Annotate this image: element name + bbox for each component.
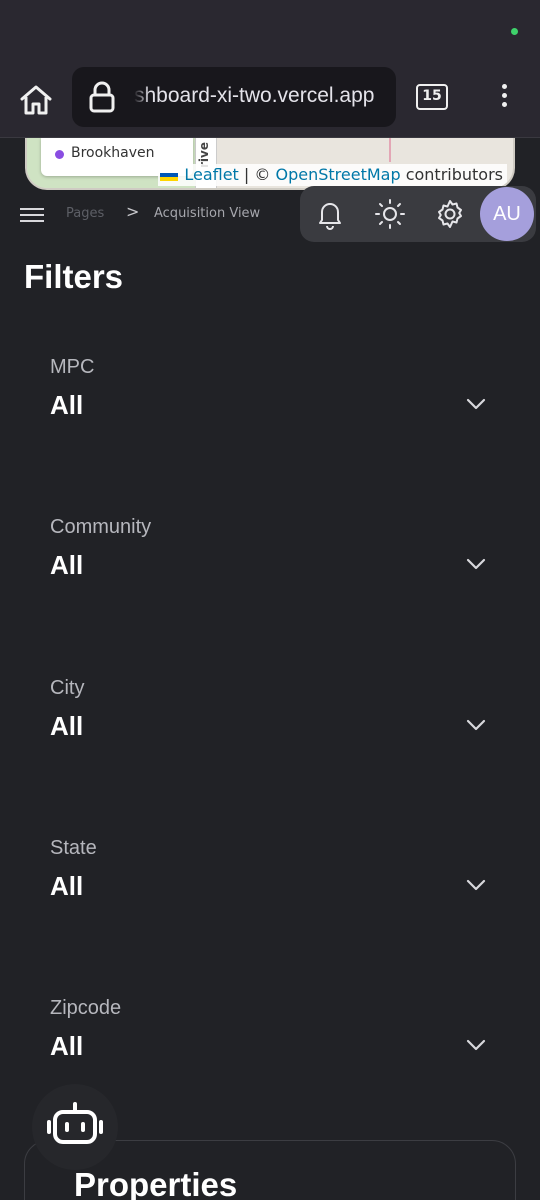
browser-toolbar: shboard-xi-two.vercel.app 15 bbox=[0, 62, 540, 138]
filter-state[interactable]: State All bbox=[50, 837, 490, 927]
chevron-down-icon[interactable] bbox=[464, 875, 488, 895]
filter-value[interactable]: All bbox=[50, 711, 83, 742]
status-indicator-dot bbox=[511, 28, 518, 35]
url-text: shboard-xi-two.vercel.app bbox=[134, 84, 375, 107]
gear-icon[interactable] bbox=[434, 198, 466, 230]
address-bar[interactable]: shboard-xi-two.vercel.app bbox=[72, 67, 396, 127]
kebab-menu-icon[interactable] bbox=[490, 80, 518, 116]
hamburger-menu-icon[interactable] bbox=[20, 204, 46, 226]
lock-icon bbox=[89, 81, 115, 113]
chatbot-button[interactable] bbox=[32, 1084, 118, 1170]
filter-city[interactable]: City All bbox=[50, 677, 490, 767]
map-view[interactable]: rive Brookhaven Leaflet | © OpenStreetMa… bbox=[25, 138, 515, 190]
chevron-down-icon[interactable] bbox=[464, 715, 488, 735]
filter-value[interactable]: All bbox=[50, 871, 83, 902]
avatar[interactable]: AU bbox=[480, 187, 534, 241]
status-bar bbox=[0, 0, 540, 62]
sun-icon[interactable] bbox=[374, 198, 406, 230]
filter-label: Zipcode bbox=[50, 997, 122, 1019]
ukraine-flag-icon bbox=[160, 173, 179, 181]
robot-icon bbox=[47, 1102, 103, 1144]
location-dot-icon bbox=[55, 150, 64, 159]
filter-value[interactable]: All bbox=[50, 550, 83, 581]
filter-mpc[interactable]: MPC All bbox=[50, 356, 490, 446]
chevron-down-icon[interactable] bbox=[464, 1035, 488, 1055]
home-button[interactable] bbox=[16, 80, 56, 120]
tab-count-button[interactable]: 15 bbox=[416, 84, 448, 110]
breadcrumb-root[interactable]: Pages bbox=[66, 206, 104, 221]
filter-label: MPC bbox=[50, 356, 95, 378]
filter-value[interactable]: All bbox=[50, 1031, 83, 1062]
filter-label: Community bbox=[50, 516, 152, 538]
properties-title: Properties bbox=[74, 1166, 238, 1200]
bell-icon[interactable] bbox=[314, 198, 346, 230]
filter-label: City bbox=[50, 677, 85, 699]
popup-label: Brookhaven bbox=[71, 145, 155, 161]
filter-community[interactable]: Community All bbox=[50, 516, 490, 606]
filter-value[interactable]: All bbox=[50, 390, 83, 421]
breadcrumb-separator: > bbox=[126, 202, 140, 221]
map-attribution: Leaflet | © OpenStreetMap contributors bbox=[158, 164, 507, 186]
breadcrumb-current: Acquisition View bbox=[154, 206, 261, 221]
home-icon bbox=[20, 85, 52, 115]
chevron-down-icon[interactable] bbox=[464, 554, 488, 574]
chevron-down-icon[interactable] bbox=[464, 394, 488, 414]
filter-zipcode[interactable]: Zipcode All bbox=[50, 997, 490, 1087]
leaflet-link[interactable]: Leaflet bbox=[184, 165, 238, 184]
filter-label: State bbox=[50, 837, 97, 859]
page-title: Filters bbox=[24, 258, 124, 295]
osm-link[interactable]: OpenStreetMap bbox=[275, 165, 400, 184]
